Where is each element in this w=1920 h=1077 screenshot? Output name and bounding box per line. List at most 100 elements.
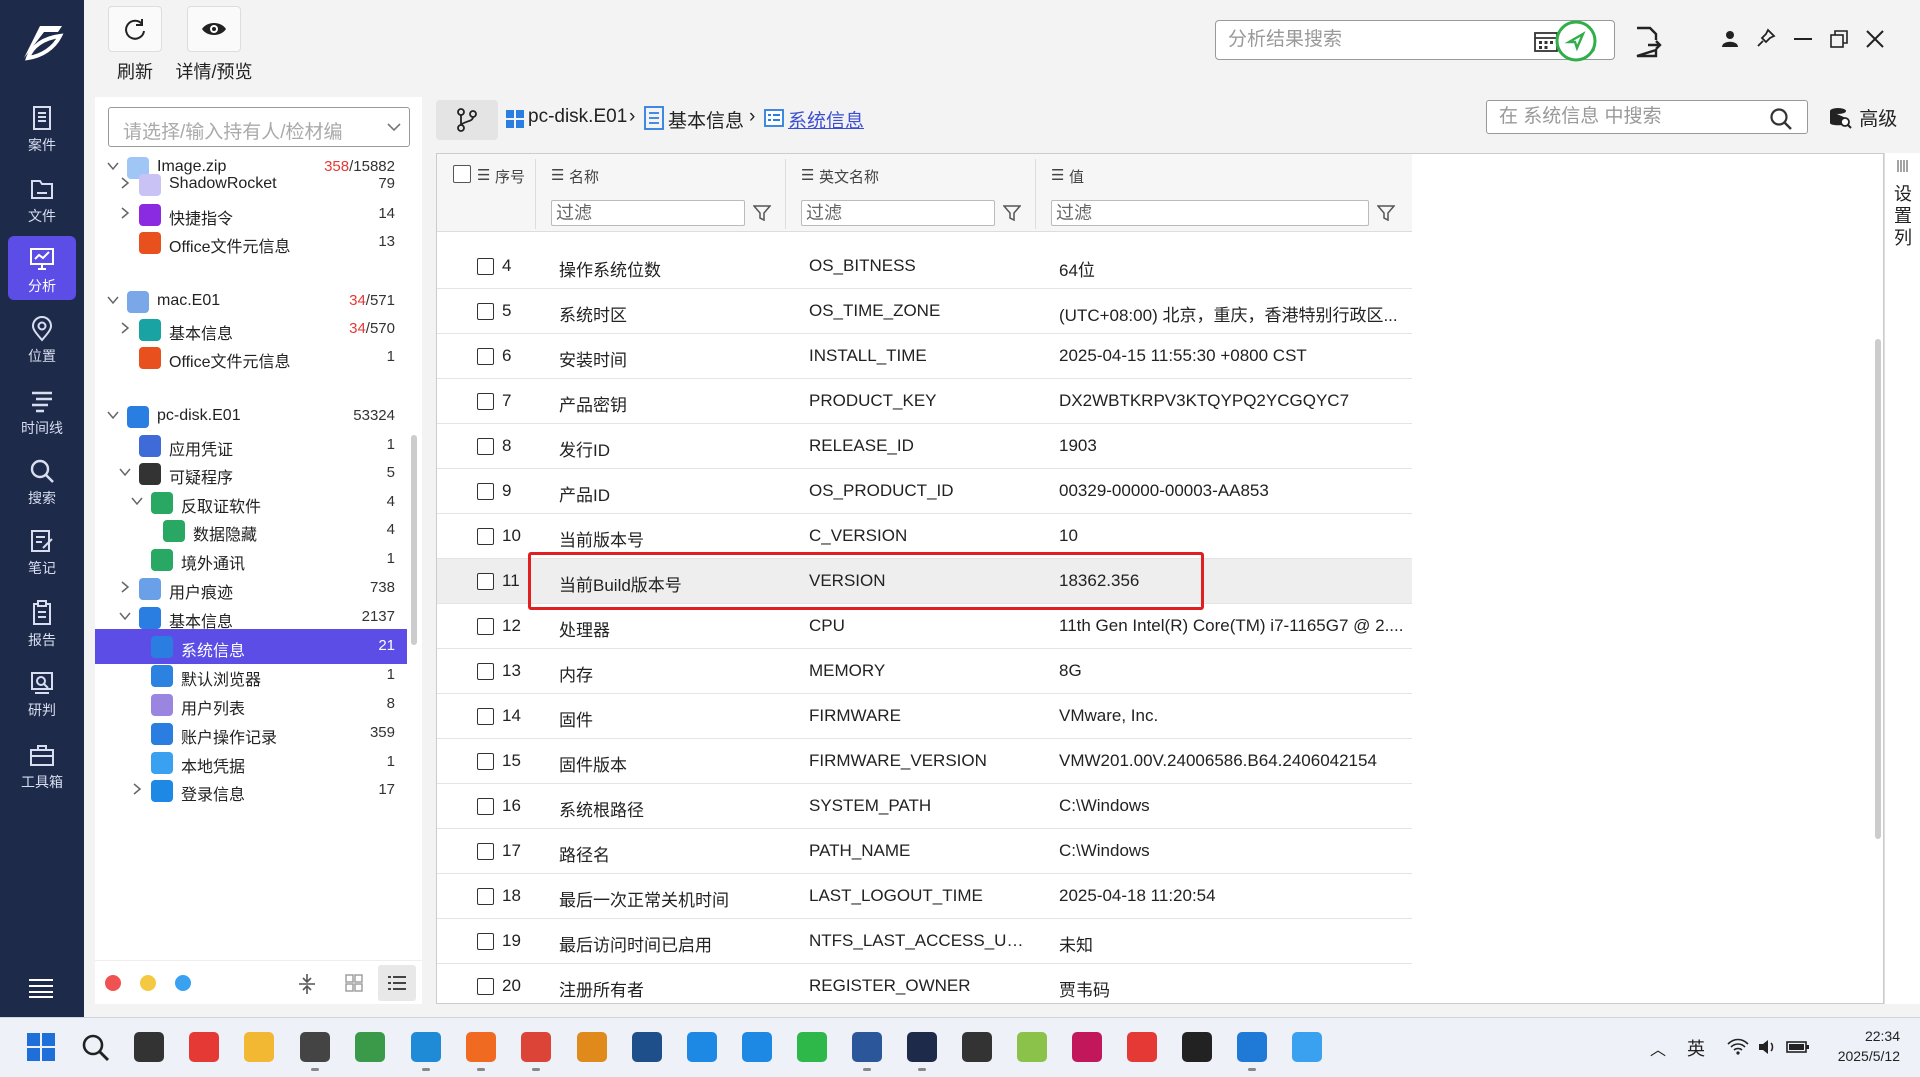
- row-checkbox[interactable]: [477, 798, 494, 815]
- table-row[interactable]: 5 系统时区 OS_TIME_ZONE (UTC+08:00) 北京，重庆，香港特别行…: [437, 289, 1412, 334]
- holder-select[interactable]: 请选择/输入持有人/检材编: [108, 107, 410, 147]
- table-row[interactable]: 4 操作系统位数 OS_BITNESS 64位: [437, 244, 1412, 289]
- row-checkbox[interactable]: [477, 933, 494, 950]
- row-checkbox[interactable]: [477, 438, 494, 455]
- tree-item[interactable]: 登录信息 17: [95, 773, 407, 808]
- edge-icon[interactable]: [411, 1032, 441, 1071]
- breadcrumb-item-disk[interactable]: pc-disk.E01: [528, 106, 627, 128]
- branch-toggle-button[interactable]: [436, 100, 498, 140]
- table-row[interactable]: 15 固件版本 FIRMWARE_VERSION VMW201.00V.2400658…: [437, 739, 1412, 784]
- collapse-all-icon[interactable]: [298, 973, 316, 995]
- row-checkbox[interactable]: [477, 393, 494, 410]
- colorful-app-icon[interactable]: [1017, 1032, 1047, 1062]
- magnifier-app-icon[interactable]: [577, 1032, 607, 1062]
- refresh-button[interactable]: 刷新: [108, 6, 162, 84]
- chevron-right-icon[interactable]: [131, 783, 143, 795]
- volume-icon[interactable]: [1758, 1038, 1778, 1056]
- tree-item[interactable]: Office文件元信息 13: [95, 225, 407, 260]
- filter-name-input[interactable]: 过滤: [551, 200, 745, 226]
- table-row[interactable]: 7 产品密钥 PRODUCT_KEY DX2WBTKRPV3KTQYPQ2YCGQYC…: [437, 379, 1412, 424]
- clock[interactable]: 22:34 2025/5/12: [1838, 1026, 1900, 1066]
- header-value[interactable]: 值: [1069, 166, 1084, 187]
- column-menu-icon[interactable]: ☰: [801, 166, 814, 184]
- table-row[interactable]: 19 最后访问时间已启用 NTFS_LAST_ACCESS_UPDA... 未知: [437, 919, 1412, 964]
- l-app-icon[interactable]: [687, 1032, 717, 1062]
- row-checkbox[interactable]: [477, 348, 494, 365]
- table-row[interactable]: 17 路径名 PATH_NAME C:\Windows: [437, 829, 1412, 874]
- wechat-icon[interactable]: [797, 1032, 827, 1062]
- main-menu-button[interactable]: [28, 978, 54, 1003]
- spiral-app-icon[interactable]: [1127, 1032, 1157, 1062]
- filter-icon[interactable]: [753, 204, 771, 222]
- forensics-app-icon[interactable]: [907, 1032, 937, 1071]
- row-checkbox[interactable]: [477, 753, 494, 770]
- chevron-down-icon[interactable]: [119, 610, 131, 622]
- breadcrumb-item-basic-info[interactable]: 基本信息: [668, 106, 744, 133]
- ime-indicator[interactable]: 英: [1687, 1035, 1705, 1061]
- grid-view-icon[interactable]: [345, 974, 363, 992]
- minimize-icon[interactable]: [1794, 38, 1812, 40]
- start-icon[interactable]: [26, 1032, 56, 1062]
- preview-button[interactable]: 详情/预览: [174, 6, 254, 84]
- nav-item-toolbox[interactable]: 工具箱: [8, 732, 76, 796]
- nav-item-judge[interactable]: 研判: [8, 660, 76, 724]
- row-checkbox[interactable]: [477, 708, 494, 725]
- advanced-search-button[interactable]: 高级: [1828, 104, 1897, 131]
- qq-icon[interactable]: [1182, 1032, 1212, 1062]
- row-checkbox[interactable]: [477, 573, 494, 590]
- tree-scrollbar[interactable]: [411, 435, 417, 645]
- nav-item-timeline[interactable]: 时间线: [8, 378, 76, 442]
- header-no[interactable]: 序号: [495, 166, 525, 187]
- text-editor-icon[interactable]: [300, 1032, 330, 1071]
- table-row[interactable]: 12 处理器 CPU 11th Gen Intel(R) Core(TM) i7-11…: [437, 604, 1412, 649]
- fan-app-icon[interactable]: [1072, 1032, 1102, 1062]
- select-all-checkbox[interactable]: [453, 165, 471, 183]
- row-checkbox[interactable]: [477, 843, 494, 860]
- chevron-right-icon[interactable]: [119, 177, 131, 189]
- word-icon[interactable]: [852, 1032, 882, 1071]
- tree-item[interactable]: Office文件元信息 1: [95, 340, 407, 375]
- blue-square-app-icon[interactable]: [1292, 1032, 1322, 1062]
- chevron-down-icon[interactable]: [107, 294, 119, 306]
- picture-app-icon[interactable]: [355, 1032, 385, 1062]
- filter-icon[interactable]: [1003, 204, 1021, 222]
- chevron-down-icon[interactable]: [119, 466, 131, 478]
- table-row[interactable]: 14 固件 FIRMWARE VMware, Inc.: [437, 694, 1412, 739]
- chevron-right-icon[interactable]: [119, 207, 131, 219]
- task-view-icon[interactable]: [134, 1032, 164, 1062]
- column-divider[interactable]: [535, 159, 536, 229]
- chrome-icon[interactable]: [521, 1032, 551, 1071]
- export-file-icon[interactable]: [1634, 26, 1662, 58]
- chevron-right-icon[interactable]: [119, 322, 131, 334]
- column-menu-icon[interactable]: ☰: [1051, 166, 1064, 184]
- nav-item-analysis[interactable]: 分析: [8, 236, 76, 300]
- row-checkbox[interactable]: [477, 618, 494, 635]
- row-checkbox[interactable]: [477, 258, 494, 275]
- red-dot-filter[interactable]: [105, 975, 121, 991]
- status-shield-icon[interactable]: [1555, 20, 1597, 62]
- column-menu-icon[interactable]: ☰: [477, 166, 490, 184]
- breadcrumb-item-system-info[interactable]: 系统信息: [788, 106, 864, 133]
- yellow-dot-filter[interactable]: [140, 975, 156, 991]
- filter-en-name-input[interactable]: 过滤: [801, 200, 995, 226]
- table-row[interactable]: 18 最后一次正常关机时间 LAST_LOGOUT_TIME 2025-04-18 1…: [437, 874, 1412, 919]
- table-row[interactable]: 16 系统根路径 SYSTEM_PATH C:\Windows: [437, 784, 1412, 829]
- table-row[interactable]: 11 当前Build版本号 VERSION 18362.356: [437, 559, 1412, 604]
- user-icon[interactable]: [1721, 30, 1739, 48]
- row-checkbox[interactable]: [477, 978, 494, 995]
- nav-item-folder[interactable]: 文件: [8, 166, 76, 230]
- vscode-icon[interactable]: [1237, 1032, 1267, 1071]
- blue-app-icon[interactable]: [632, 1032, 662, 1062]
- search-icon[interactable]: [80, 1032, 110, 1062]
- table-row[interactable]: 9 产品ID OS_PRODUCT_ID 00329-00000-00003-AA85…: [437, 469, 1412, 514]
- filter-icon[interactable]: [1377, 204, 1395, 222]
- nav-item-case[interactable]: 案件: [8, 95, 76, 159]
- firefox-icon[interactable]: [466, 1032, 496, 1071]
- table-row[interactable]: 8 发行ID RELEASE_ID 1903: [437, 424, 1412, 469]
- pin-icon[interactable]: [1756, 28, 1776, 48]
- row-checkbox[interactable]: [477, 303, 494, 320]
- column-menu-icon[interactable]: ☰: [551, 166, 564, 184]
- chevron-right-icon[interactable]: [119, 581, 131, 593]
- nav-item-location[interactable]: 位置: [8, 306, 76, 370]
- row-checkbox[interactable]: [477, 528, 494, 545]
